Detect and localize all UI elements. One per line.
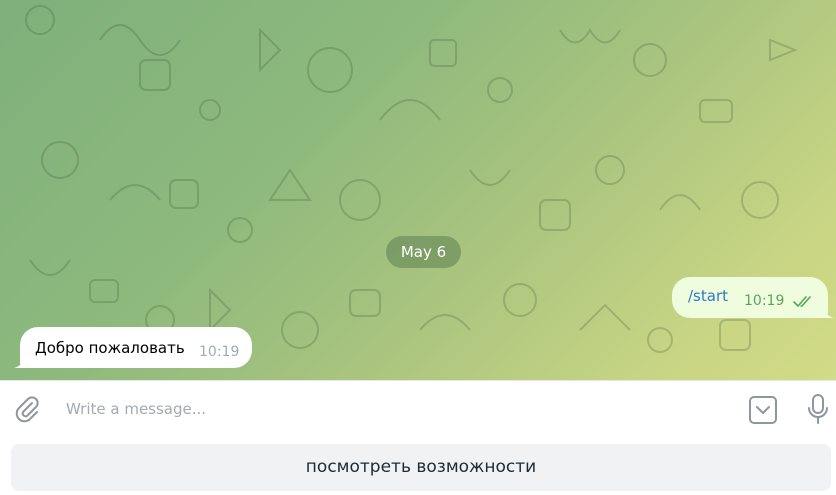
message-input[interactable]: [62, 395, 730, 423]
message-composer: [0, 380, 836, 439]
paperclip-icon[interactable]: [12, 394, 42, 424]
outgoing-message[interactable]: /start 10:19: [672, 277, 834, 318]
bubble-tail: [14, 356, 26, 368]
message-time: 10:19: [199, 344, 240, 360]
date-separator: May 6: [386, 236, 461, 268]
microphone-icon[interactable]: [803, 393, 833, 425]
message-history[interactable]: May 6 /start 10:19 Добро пожаловать 10:1…: [0, 0, 836, 380]
keyboard-toggle-icon[interactable]: [748, 395, 778, 425]
wallpaper-pattern: [25, 5, 815, 353]
message-text: /start: [688, 287, 728, 305]
chat-window: May 6 /start 10:19 Добро пожаловать 10:1…: [0, 0, 836, 495]
reply-keyboard: посмотреть возможности: [0, 438, 836, 495]
incoming-message[interactable]: Добро пожаловать 10:19: [14, 327, 252, 368]
bubble-tail: [822, 306, 834, 318]
message-time: 10:19: [744, 293, 785, 309]
read-checkmarks-icon: [793, 296, 811, 307]
message-text: Добро пожаловать: [35, 339, 185, 357]
reply-keyboard-button[interactable]: посмотреть возможности: [11, 444, 831, 491]
